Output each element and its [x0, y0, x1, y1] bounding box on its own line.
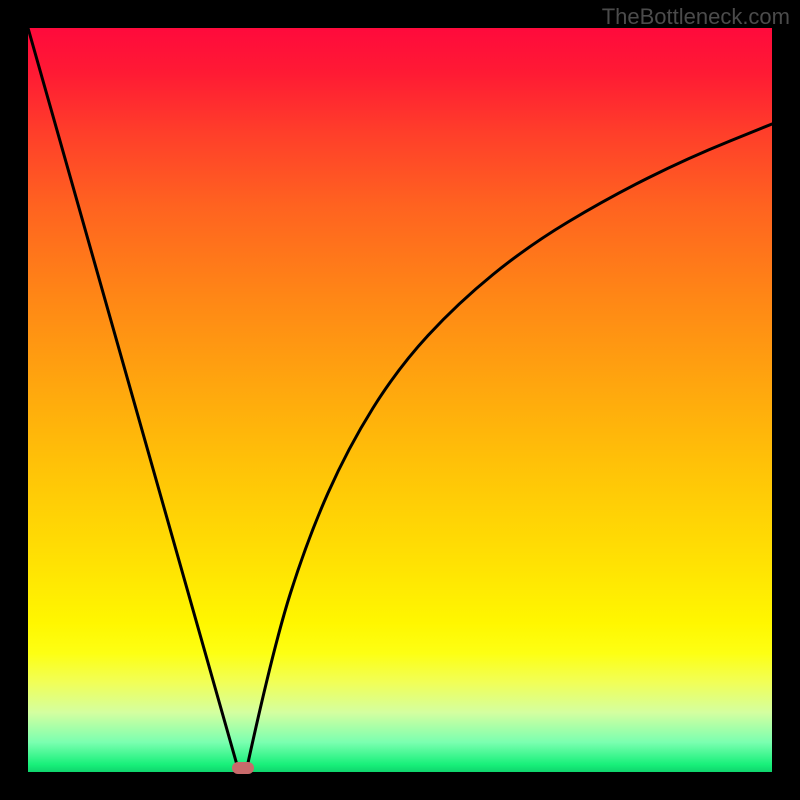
- watermark-text: TheBottleneck.com: [602, 4, 790, 30]
- curve-layer: [28, 28, 772, 772]
- plot-area: [28, 28, 772, 772]
- curve-right-branch: [246, 124, 772, 772]
- curve-left-branch: [28, 28, 239, 772]
- bottleneck-marker: [232, 762, 254, 774]
- chart-frame: TheBottleneck.com: [0, 0, 800, 800]
